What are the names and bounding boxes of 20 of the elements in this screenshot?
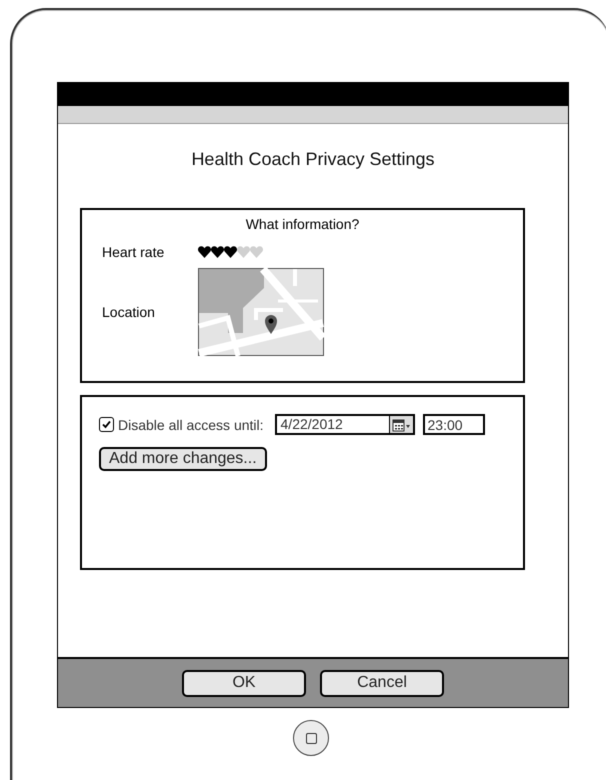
page-title: Health Coach Privacy Settings — [191, 149, 435, 170]
time-field[interactable]: 23:00 — [422, 414, 485, 435]
heart-icon — [237, 246, 250, 258]
heart-rate-label: Heart rate — [102, 244, 166, 260]
heart-rating[interactable] — [198, 246, 263, 258]
panel-heading: What information? — [244, 216, 360, 232]
calendar-icon[interactable] — [388, 416, 413, 433]
add-more-changes-button[interactable]: Add more changes... — [99, 447, 267, 471]
date-field[interactable]: 4/22/2012 — [274, 414, 415, 435]
dialog-button[interactable]: OK — [182, 670, 306, 696]
heart-icon — [198, 246, 211, 258]
home-button[interactable] — [293, 720, 329, 756]
checkmark-icon — [101, 419, 112, 430]
heart-icon — [224, 246, 237, 258]
checkbox[interactable] — [99, 417, 114, 432]
heart-icon — [211, 246, 224, 258]
checkbox-label: Disable all access until: — [118, 416, 264, 432]
location-label: Location — [102, 304, 156, 320]
heart-icon — [250, 246, 263, 258]
dialog-button[interactable]: Cancel — [320, 670, 444, 696]
